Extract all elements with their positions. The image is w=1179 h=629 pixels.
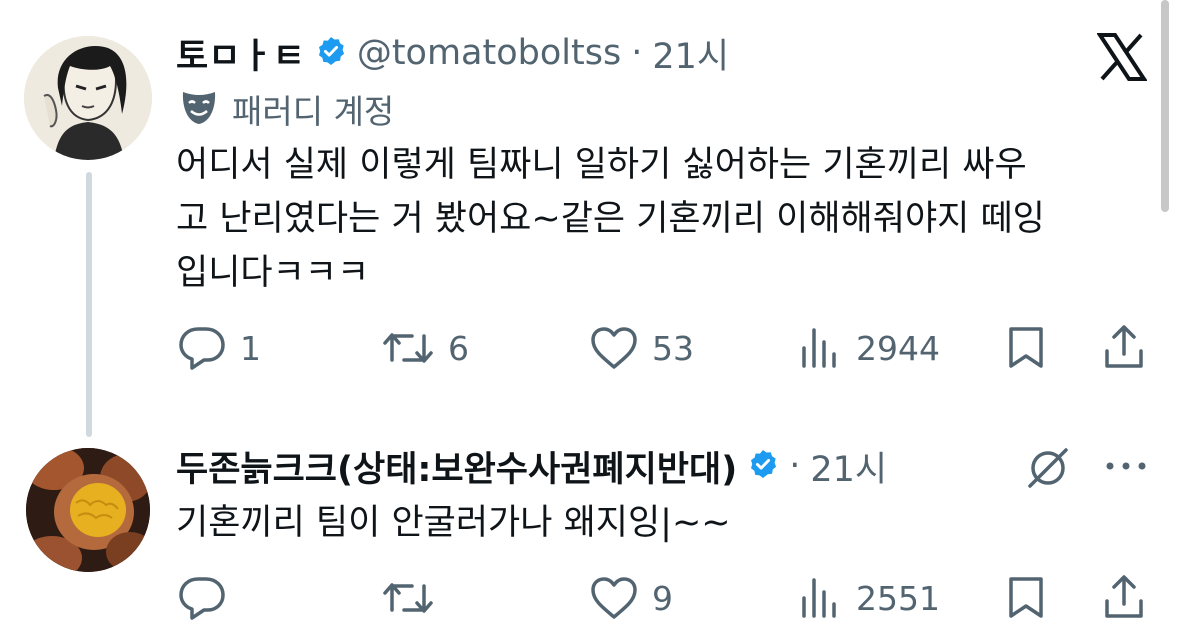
tweet-text: 기혼끼리 팀이 안굴러가나 왜지잉|~~ [176, 496, 1156, 550]
bookmark-icon [1009, 577, 1043, 618]
reply-button[interactable]: 1 [178, 326, 261, 370]
avatar[interactable] [26, 448, 150, 572]
tweet-text: 어디서 실제 이렇게 팀짜니 일하기 싫어하는 기혼끼리 싸우 고 난리였다는 … [176, 138, 1156, 300]
timestamp[interactable]: 21시 [652, 28, 729, 79]
scrollbar[interactable] [1161, 0, 1169, 212]
avatar[interactable] [24, 36, 152, 160]
thread-line [86, 172, 92, 437]
retweet-icon [383, 583, 433, 613]
retweet-button[interactable]: 6 [382, 326, 469, 370]
more-icon[interactable] [1104, 456, 1148, 480]
share-icon [1105, 325, 1143, 368]
retweet-count: 6 [448, 328, 469, 368]
reply-icon [179, 577, 225, 620]
reply-icon [179, 327, 225, 370]
views-count: 2944 [856, 328, 940, 368]
reply-count: 1 [240, 328, 261, 368]
bookmark-button[interactable] [1006, 576, 1046, 624]
like-icon [591, 577, 637, 619]
verified-badge-icon [747, 448, 779, 484]
retweet-button[interactable] [382, 576, 434, 620]
handle[interactable]: @tomatoboltss [357, 33, 621, 73]
views-button[interactable]: 2944 [800, 326, 940, 370]
retweet-icon [383, 333, 433, 363]
share-icon [1105, 575, 1143, 618]
share-button[interactable] [1103, 574, 1145, 624]
bookmark-icon [1009, 327, 1043, 368]
tweet-text-line: 기혼끼리 팀이 안굴러가나 왜지잉|~~ [176, 503, 731, 543]
like-count: 9 [652, 578, 673, 618]
x-logo-icon[interactable] [1096, 33, 1148, 81]
views-count: 2551 [856, 578, 940, 618]
separator: · [789, 446, 801, 486]
timestamp[interactable]: 21시 [810, 441, 887, 492]
parody-mask-icon [180, 88, 218, 130]
parody-label: 패러디 계정 [180, 84, 394, 134]
display-name[interactable]: 토ㅁㅏㅌ [176, 28, 305, 79]
tweet-text-line: 고 난리였다는 거 봤어요~같은 기혼끼리 이해해줘야지 떼잉 [176, 199, 1045, 239]
tweet-text-line: 입니다ㅋㅋㅋ [176, 253, 370, 293]
share-button[interactable] [1103, 324, 1145, 374]
like-button[interactable]: 53 [590, 326, 694, 370]
tweet-header: 토ㅁㅏㅌ @tomatoboltss · 21시 [176, 28, 729, 78]
views-button[interactable]: 2551 [800, 576, 940, 620]
like-icon [591, 327, 637, 369]
tweet-text-line: 어디서 실제 이렇게 팀짜니 일하기 싫어하는 기혼끼리 싸우 [176, 145, 1027, 185]
views-icon [802, 328, 836, 368]
reply-button[interactable] [178, 576, 226, 620]
views-icon [802, 578, 836, 618]
like-button[interactable]: 9 [590, 576, 673, 620]
separator: · [631, 33, 643, 73]
parody-label-text: 패러디 계정 [232, 92, 395, 131]
grok-icon[interactable] [1024, 444, 1072, 496]
like-count: 53 [652, 328, 694, 368]
verified-badge-icon [315, 35, 347, 71]
bookmark-button[interactable] [1006, 326, 1046, 374]
tweet-header: 두존늙크크(상태:보완수사권폐지반대) · 21시 [176, 441, 887, 491]
display-name[interactable]: 두존늙크크(상태:보완수사권폐지반대) [176, 441, 737, 492]
